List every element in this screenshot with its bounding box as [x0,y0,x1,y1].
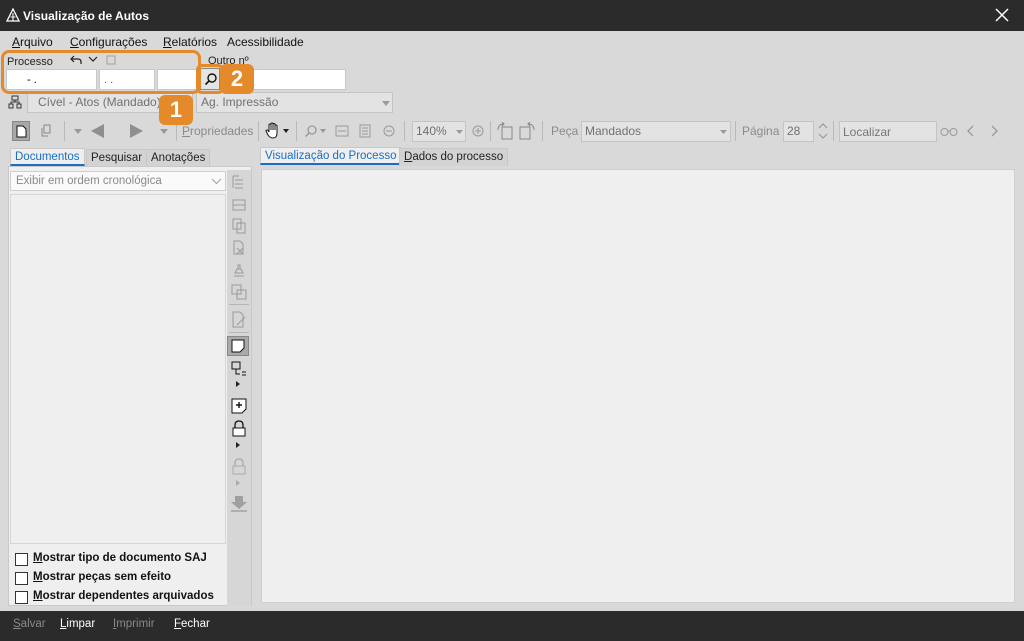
page-field[interactable]: 28 [783,121,814,142]
chevron-down-icon [720,130,727,134]
other-number-field[interactable] [246,69,346,90]
select-tool-button[interactable] [12,121,30,141]
add-note-icon[interactable] [231,398,247,414]
callout-highlight-1 [1,50,201,94]
zoom-icon[interactable] [304,124,318,138]
chevron-down-icon [456,130,463,134]
find-next-icon[interactable] [989,125,999,137]
close-icon[interactable] [993,6,1011,24]
court-logo-icon [6,8,20,22]
status-select: Ag. Impressão [196,92,393,113]
toolbar-separator [833,121,834,141]
expand-arrow-icon[interactable] [236,442,240,448]
page-label: Página [742,124,780,138]
previous-page-icon[interactable] [88,123,108,139]
copy-document-icon[interactable] [231,218,247,234]
toolbar-separator [404,121,405,141]
remove-document-icon[interactable] [231,240,247,256]
annotation-tree-icon[interactable] [231,361,247,377]
sign-document-icon[interactable] [231,311,247,329]
tab-visualizacao-processo[interactable]: Visualização do Processo [260,147,402,165]
viewer-frame [258,166,1020,606]
layers-icon[interactable] [231,196,247,212]
window-title: Visualização de Autos [23,9,150,23]
zoom-in-icon[interactable] [471,124,485,138]
sort-select[interactable]: Exibir em ordem cronológica [10,171,226,191]
find-previous-icon[interactable] [966,125,976,137]
status-select-value: Ag. Impressão [201,95,279,109]
binoculars-icon[interactable] [940,125,958,137]
zoom-value: 140% [416,124,447,138]
show-void-pieces-checkbox[interactable] [15,572,28,585]
toolbar-separator [296,121,297,141]
expand-arrow-icon[interactable] [236,381,240,387]
zoom-out-icon[interactable] [382,124,396,138]
tab-dados-processo[interactable]: Dados do processo [399,148,509,166]
lock-icon[interactable] [231,420,247,437]
sort-select-value: Exibir em ordem cronológica [16,175,162,187]
chevron-down-icon[interactable] [283,129,289,133]
vertical-toolbar [227,170,251,606]
show-saj-type-label: Mostrar tipo de documento SAJ [33,552,207,564]
save-button[interactable]: Salvar [13,618,46,630]
stamp-icon[interactable] [231,262,247,278]
show-archived-dependents-label: Mostrar dependentes arquivados [33,590,214,602]
menu-configuracoes[interactable]: Configurações [70,35,147,49]
rotate-left-icon[interactable] [496,122,514,140]
hierarchy-icon [8,95,22,109]
close-button[interactable]: Fechar [174,618,210,630]
next-page-icon[interactable] [126,123,146,139]
title-bar: Visualização de Autos [0,0,1024,31]
sticky-note-icon [231,339,245,353]
fit-page-icon[interactable] [358,124,372,138]
document-select-icon [16,125,27,138]
toolbar-separator [64,121,65,141]
toolbar-separator [258,121,259,141]
show-void-pieces-label: Mostrar peças sem efeito [33,571,172,583]
piece-select[interactable]: Mandados [581,121,731,142]
lock-disabled-icon[interactable] [231,458,247,475]
strip-separator [229,304,249,305]
callout-badge-1: 1 [159,95,193,125]
download-icon[interactable] [230,495,248,512]
find-field[interactable] [839,121,937,142]
piece-label: Peça [551,124,579,138]
piece-value: Mandados [585,124,642,138]
strip-separator [229,332,249,333]
chevron-down-icon [211,178,222,185]
menu-arquivo[interactable]: Arquivo [12,35,53,49]
print-button[interactable]: Imprimir [113,618,155,630]
chevron-down-icon[interactable] [160,129,168,134]
show-archived-dependents-checkbox[interactable] [15,591,28,604]
properties-button[interactable]: Propriedades [182,124,253,138]
chevron-down-icon [382,101,390,106]
rotate-right-icon[interactable] [518,122,536,140]
callout-badge-2: 2 [220,64,254,94]
fit-width-icon[interactable] [335,124,349,138]
tree-structure-icon[interactable] [231,174,247,190]
expand-arrow-icon[interactable] [236,480,240,486]
toolbar-separator [735,121,736,141]
chevron-down-icon[interactable] [74,129,82,134]
show-saj-type-checkbox[interactable] [15,553,28,566]
chevron-down-icon[interactable] [320,129,326,133]
document-tree[interactable] [10,194,226,544]
tab-documentos[interactable]: Documentos [10,148,85,166]
clear-button[interactable]: Limpar [60,618,95,630]
page-spinner-icon[interactable] [818,122,828,140]
menu-relatorios[interactable]: Relatórios [163,35,217,49]
pages-icon[interactable] [40,124,54,138]
hand-tool-icon[interactable] [265,122,281,140]
menu-acessibilidade[interactable]: Acessibilidade [227,35,304,49]
note-tool-button[interactable] [227,336,249,356]
zoom-select[interactable]: 140% [412,121,466,142]
duplicate-pages-icon[interactable] [231,284,247,300]
tab-pesquisar[interactable]: Pesquisar [86,149,148,167]
toolbar-separator [490,121,491,141]
toolbar-separator [542,121,543,141]
document-viewer[interactable] [261,169,1015,603]
tab-anotacoes[interactable]: Anotações [146,149,211,167]
